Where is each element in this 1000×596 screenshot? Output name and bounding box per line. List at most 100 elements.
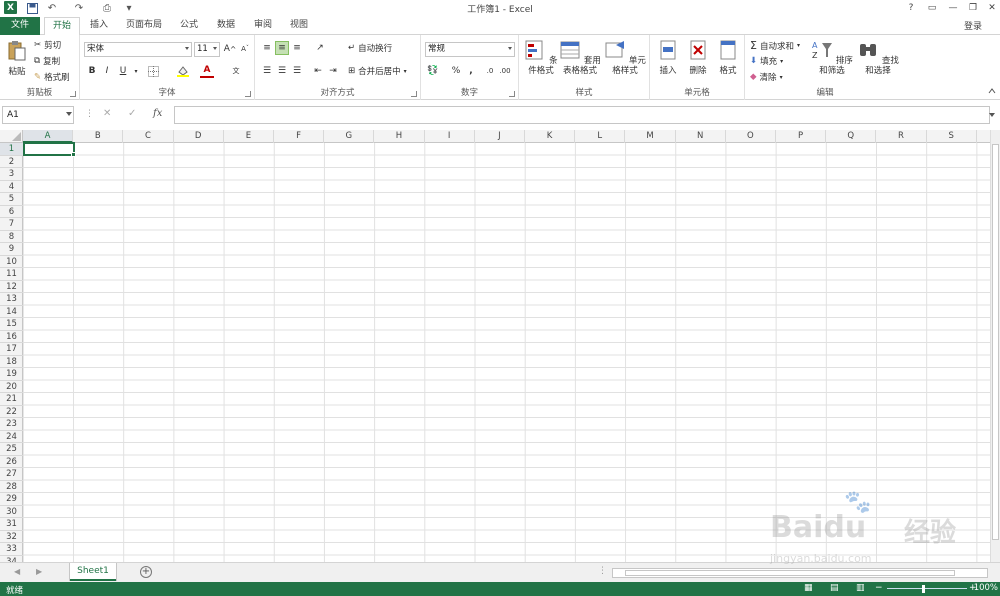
row-header-14[interactable]: 14 xyxy=(0,306,23,318)
collapse-ribbon-icon[interactable] xyxy=(988,87,996,95)
row-header-23[interactable]: 23 xyxy=(0,418,23,431)
column-header-i[interactable]: I xyxy=(425,130,475,143)
vertical-scroll-thumb[interactable] xyxy=(992,144,999,540)
normal-view-icon[interactable]: ▦ xyxy=(804,583,813,593)
delete-cells-button[interactable]: 删除 xyxy=(684,39,712,76)
align-top-icon[interactable]: ≡ xyxy=(260,41,274,55)
row-header-11[interactable]: 11 xyxy=(0,268,23,281)
tab-data[interactable]: 数据 xyxy=(209,17,243,35)
tab-view[interactable]: 视图 xyxy=(282,17,316,35)
close-button[interactable]: ✕ xyxy=(985,1,999,15)
zoom-out-icon[interactable]: − xyxy=(875,583,883,593)
underline-button[interactable]: U xyxy=(116,64,130,78)
vertical-scrollbar[interactable] xyxy=(990,130,1000,562)
row-header-26[interactable]: 26 xyxy=(0,456,23,468)
accounting-format-icon[interactable]: 💱 xyxy=(426,64,440,78)
column-header-l[interactable]: L xyxy=(575,130,626,143)
new-sheet-icon[interactable]: + xyxy=(140,566,152,578)
column-header-b[interactable]: B xyxy=(73,130,124,143)
alignment-launcher-icon[interactable] xyxy=(411,91,417,97)
increase-indent-icon[interactable]: ⇥ xyxy=(326,64,340,78)
prev-sheet-icon[interactable]: ◀ xyxy=(14,567,20,576)
row-header-22[interactable]: 22 xyxy=(0,406,23,418)
row-header-7[interactable]: 7 xyxy=(0,218,23,231)
font-launcher-icon[interactable] xyxy=(245,91,251,97)
underline-dropdown-icon[interactable]: ▾ xyxy=(129,64,143,78)
column-header-n[interactable]: N xyxy=(676,130,726,143)
select-all-button[interactable] xyxy=(0,130,23,143)
column-header-m[interactable]: M xyxy=(625,130,676,143)
formula-input[interactable] xyxy=(174,106,990,124)
row-header-16[interactable]: 16 xyxy=(0,331,23,343)
align-right-icon[interactable]: ☰ xyxy=(290,64,304,78)
orientation-icon[interactable]: ↗ xyxy=(313,41,327,55)
row-header-6[interactable]: 6 xyxy=(0,206,23,218)
column-header-k[interactable]: K xyxy=(525,130,576,143)
copy-button[interactable]: ⧉ 复制 xyxy=(34,55,60,67)
active-cell-selector[interactable] xyxy=(23,142,76,157)
help-button[interactable]: ? xyxy=(904,1,918,15)
column-header-r[interactable]: R xyxy=(876,130,927,143)
row-header-13[interactable]: 13 xyxy=(0,293,23,306)
decrease-indent-icon[interactable]: ⇤ xyxy=(311,64,325,78)
sign-in-link[interactable]: 登录 xyxy=(964,19,982,32)
tab-home[interactable]: 开始 xyxy=(44,17,81,36)
column-header-c[interactable]: C xyxy=(123,130,174,143)
tab-page-layout[interactable]: 页面布局 xyxy=(118,17,170,35)
restore-button[interactable]: ❐ xyxy=(966,1,980,15)
decrease-decimal-icon[interactable]: .00 xyxy=(498,64,512,78)
font-size-combo[interactable]: 11 xyxy=(194,42,220,57)
column-header-g[interactable]: G xyxy=(324,130,375,143)
column-header-h[interactable]: H xyxy=(374,130,425,143)
column-header-p[interactable]: P xyxy=(776,130,827,143)
row-header-25[interactable]: 25 xyxy=(0,443,23,456)
column-header-j[interactable]: J xyxy=(475,130,525,143)
column-header-q[interactable]: Q xyxy=(826,130,877,143)
zoom-level[interactable]: 100% xyxy=(974,583,998,593)
percent-style-button[interactable]: % xyxy=(449,64,463,78)
align-center-icon[interactable]: ☰ xyxy=(275,64,289,78)
tab-insert[interactable]: 插入 xyxy=(82,17,116,35)
grow-font-button[interactable]: A ^ xyxy=(223,42,237,56)
format-cells-button[interactable]: 格式 xyxy=(714,39,742,76)
zoom-slider[interactable] xyxy=(887,588,967,589)
row-header-31[interactable]: 31 xyxy=(0,518,23,531)
row-header-19[interactable]: 19 xyxy=(0,368,23,381)
insert-cells-button[interactable]: 插入 xyxy=(654,39,682,76)
tab-file[interactable]: 文件 xyxy=(0,17,40,35)
wrap-text-button[interactable]: ↵ 自动换行 xyxy=(348,42,392,54)
row-header-8[interactable]: 8 xyxy=(0,231,23,243)
increase-decimal-icon[interactable]: .0 xyxy=(483,64,497,78)
paste-button[interactable]: 粘贴 xyxy=(5,40,29,77)
column-header-d[interactable]: D xyxy=(174,130,224,143)
format-painter-button[interactable]: ✎ 格式刷 xyxy=(34,71,70,83)
tab-split-handle-icon[interactable]: ⋮ xyxy=(598,566,607,576)
row-header-30[interactable]: 30 xyxy=(0,506,23,518)
row-header-1[interactable]: 1 xyxy=(0,143,23,156)
row-header-2[interactable]: 2 xyxy=(0,156,23,168)
column-header-s[interactable]: S xyxy=(927,130,977,143)
merge-center-button[interactable]: ⊞ 合并后居中 ▾ xyxy=(348,65,407,77)
row-header-27[interactable]: 27 xyxy=(0,468,23,481)
row-header-32[interactable]: 32 xyxy=(0,531,23,543)
row-header-21[interactable]: 21 xyxy=(0,393,23,406)
fill-color-icon[interactable] xyxy=(176,64,190,78)
row-header-3[interactable]: 3 xyxy=(0,168,23,181)
cut-button[interactable]: ✂ 剪切 xyxy=(34,39,61,51)
row-header-15[interactable]: 15 xyxy=(0,318,23,331)
insert-function-icon[interactable]: fx xyxy=(153,108,162,119)
fill-handle[interactable] xyxy=(71,152,76,157)
row-header-33[interactable]: 33 xyxy=(0,543,23,556)
ribbon-display-options-icon[interactable]: ▭ xyxy=(925,1,939,15)
horizontal-scroll-thumb[interactable] xyxy=(625,570,955,576)
row-header-24[interactable]: 24 xyxy=(0,431,23,443)
column-header-o[interactable]: O xyxy=(726,130,776,143)
row-header-5[interactable]: 5 xyxy=(0,193,23,206)
bold-button[interactable]: B xyxy=(85,64,99,78)
conditional-formatting-button[interactable]: 条件格式 xyxy=(522,39,560,76)
format-as-table-button[interactable]: 套用 表格格式 xyxy=(559,39,601,76)
page-layout-view-icon[interactable]: ▤ xyxy=(830,583,839,593)
column-header-e[interactable]: E xyxy=(224,130,274,143)
tab-review[interactable]: 审阅 xyxy=(246,17,280,35)
shrink-font-button[interactable]: Aˇ xyxy=(238,42,252,56)
